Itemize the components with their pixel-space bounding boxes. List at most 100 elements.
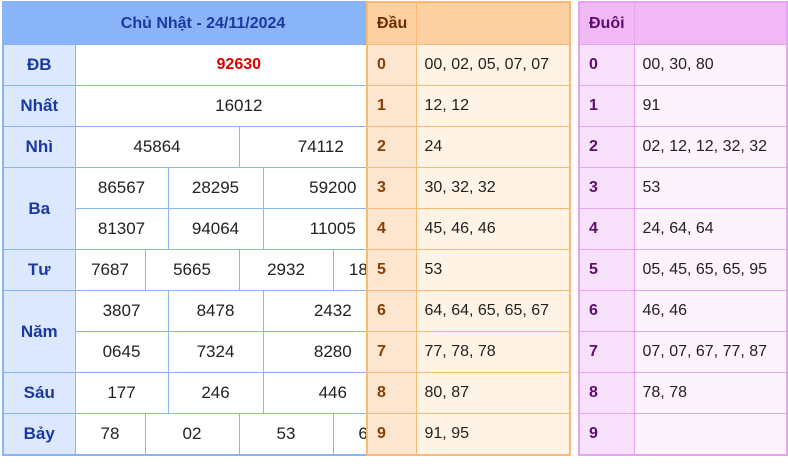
duoi-numbers: 02, 12, 12, 32, 32 [633,126,788,168]
dau-numbers: 30, 32, 32 [415,167,571,209]
dau-numbers: 77, 78, 78 [415,331,571,373]
duoi-numbers: 46, 46 [633,290,788,332]
prize-row-nhat: Nhất 16012 [2,85,404,127]
duoi-digit: 2 [578,126,635,168]
dau-numbers: 80, 87 [415,372,571,414]
duoi-numbers: 53 [633,167,788,209]
dau-row: 7 77, 78, 78 [366,331,571,373]
duoi-digit: 3 [578,167,635,209]
dau-numbers: 64, 64, 65, 65, 67 [415,290,571,332]
dau-digit: 8 [366,372,417,414]
dau-digit: 2 [366,126,417,168]
prize-value: 02 [144,413,240,456]
dau-row: 3 30, 32, 32 [366,167,571,209]
prize-value: 92630 [74,44,404,86]
dau-row: 9 91, 95 [366,413,571,456]
dau-digit: 3 [366,167,417,209]
prize-value: 28295 [167,167,264,209]
dau-row: 1 12, 12 [366,85,571,127]
prize-value: 5665 [144,249,240,291]
dau-row: 4 45, 46, 46 [366,208,571,250]
dau-row: 0 00, 02, 05, 07, 07 [366,44,571,86]
prize-label-ba: Ba [2,167,76,250]
dau-header: Đầu [366,1,417,45]
dau-numbers: 12, 12 [415,85,571,127]
prize-value: 246 [167,372,264,414]
dau-numbers: 53 [415,249,571,291]
prize-value: 2932 [238,249,334,291]
duoi-numbers: 05, 45, 65, 65, 95 [633,249,788,291]
duoi-row: 3 53 [578,167,788,209]
duoi-digit: 7 [578,331,635,373]
duoi-digit: 6 [578,290,635,332]
dau-row: 5 53 [366,249,571,291]
prize-label-nhat: Nhất [2,85,76,127]
duoi-row: 4 24, 64, 64 [578,208,788,250]
prize-label-nam: Năm [2,290,76,373]
results-header-row: Chủ Nhật - 24/11/2024 [2,1,404,45]
duoi-digit: 9 [578,413,635,456]
duoi-digit: 5 [578,249,635,291]
duoi-numbers: 91 [633,85,788,127]
dau-digit: 6 [366,290,417,332]
duoi-digit: 0 [578,44,635,86]
duoi-numbers: 78, 78 [633,372,788,414]
duoi-numbers: 00, 30, 80 [633,44,788,86]
prize-row-db: ĐB 92630 [2,44,404,86]
prize-value: 81307 [74,208,169,250]
prize-row-nam: Năm 3807 8478 2432 [2,290,404,373]
duoi-numbers: 07, 07, 67, 77, 87 [633,331,788,373]
prize-value: 8478 [167,290,264,332]
prize-value: 3807 [74,290,169,332]
duoi-row: 8 78, 78 [578,372,788,414]
duoi-digit: 1 [578,85,635,127]
prize-label-nhi: Nhì [2,126,76,168]
dau-numbers: 00, 02, 05, 07, 07 [415,44,571,86]
dau-row: 8 80, 87 [366,372,571,414]
dau-digit: 4 [366,208,417,250]
dau-table: Đầu 0 00, 02, 05, 07, 07 1 12, 12 2 24 3 30,… [366,1,571,456]
duoi-row: 2 02, 12, 12, 32, 32 [578,126,788,168]
prize-row-bay: Bảy 78 02 53 65 [2,413,404,456]
duoi-row: 9 [578,413,788,456]
dau-digit: 7 [366,331,417,373]
dau-row: 6 64, 64, 65, 65, 67 [366,290,571,332]
duoi-digit: 8 [578,372,635,414]
prize-value: 7324 [167,331,264,373]
duoi-numbers [633,413,788,456]
dau-digit: 9 [366,413,417,456]
duoi-row: 7 07, 07, 67, 77, 87 [578,331,788,373]
dau-numbers: 91, 95 [415,413,571,456]
duoi-row: 1 91 [578,85,788,127]
results-table: Chủ Nhật - 24/11/2024 ĐB 92630 Nhất 1601… [2,1,405,456]
prize-row-nhi: Nhì 45864 74112 [2,126,404,168]
dau-row: 2 24 [366,126,571,168]
prize-value: 45864 [74,126,240,168]
dau-header-row: Đầu [366,1,571,45]
prize-row-sau: Sáu 177 246 446 [2,372,404,414]
duoi-table: Đuôi 0 00, 30, 80 1 91 2 02, 12, 12, 32, 32… [578,1,788,456]
prize-value: 7687 [74,249,146,291]
prize-label-tu: Tư [2,249,76,291]
duoi-numbers: 24, 64, 64 [633,208,788,250]
prize-label-bay: Bảy [2,413,76,456]
prize-value: 94064 [167,208,264,250]
duoi-header-blank [633,1,788,45]
duoi-row: 6 46, 46 [578,290,788,332]
prize-row-ba: Ba 86567 28295 59200 [2,167,404,250]
dau-header-blank [415,1,571,45]
prize-value: 78 [74,413,146,456]
dau-numbers: 45, 46, 46 [415,208,571,250]
duoi-row: 0 00, 30, 80 [578,44,788,86]
dau-digit: 5 [366,249,417,291]
prize-row-tu: Tư 7687 5665 2932 1891 [2,249,404,291]
prize-value: 0645 [74,331,169,373]
duoi-digit: 4 [578,208,635,250]
prize-value: 177 [74,372,169,414]
duoi-header-row: Đuôi [578,1,788,45]
prize-label-db: ĐB [2,44,76,86]
prize-label-sau: Sáu [2,372,76,414]
prize-value: 53 [238,413,334,456]
dau-digit: 1 [366,85,417,127]
results-title: Chủ Nhật - 24/11/2024 [2,1,404,45]
